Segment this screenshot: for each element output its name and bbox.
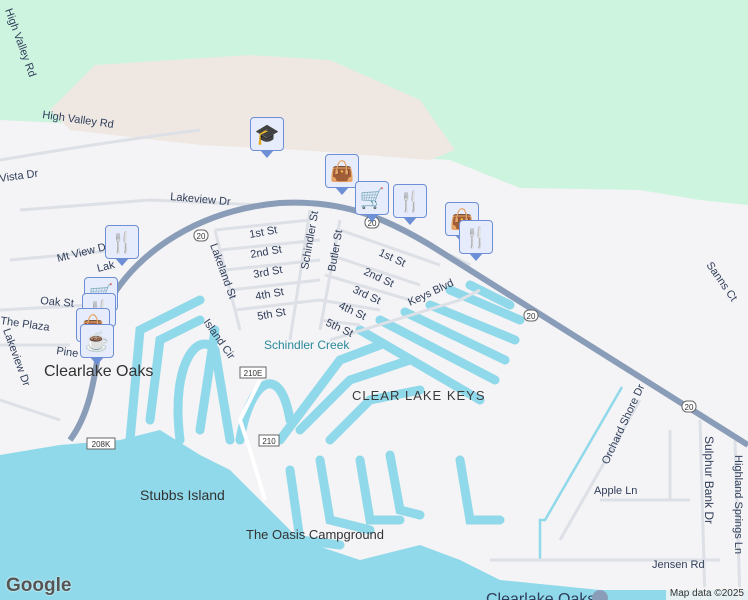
svg-text:20: 20 <box>527 312 536 321</box>
route-20-shield: 20 <box>523 309 539 322</box>
poi-glyph: 🎓 <box>254 123 280 146</box>
route-210-shield: 210 <box>258 434 280 447</box>
svg-text:20: 20 <box>197 232 206 241</box>
google-logo[interactable]: Google <box>6 575 71 597</box>
poi-glyph: 🛒 <box>359 187 385 210</box>
route-20-shield: 20 <box>193 229 209 242</box>
town-label: Clearlake Oaks <box>44 363 153 380</box>
poi-glyph: ☕ <box>84 330 110 353</box>
poi-glyph: 🍴 <box>109 231 135 254</box>
shopping-bag-icon[interactable]: 👜 <box>325 154 359 195</box>
lake-water <box>0 430 748 600</box>
poi-glyph: 🍴 <box>463 226 489 249</box>
svg-text:210: 210 <box>262 437 276 446</box>
island-label: Stubbs Island <box>140 487 225 503</box>
street-label: Lak <box>96 259 117 275</box>
restaurant-icon[interactable]: 🍴 <box>459 220 493 261</box>
cafe-icon[interactable]: ☕ <box>80 324 114 365</box>
street-label: Apple Ln <box>594 485 637 497</box>
street-label: Butler St <box>326 229 345 273</box>
restaurant-icon[interactable]: 🍴 <box>105 225 139 266</box>
restaurant-icon[interactable]: 🍴 <box>393 184 427 225</box>
street-label: Sanns Ct <box>704 260 740 304</box>
route-210e-shield: 210E <box>239 366 267 379</box>
area-label: CLEAR LAKE KEYS <box>352 388 486 403</box>
school-icon[interactable]: 🎓 <box>250 117 284 158</box>
highway-20 <box>67 199 748 448</box>
street-label: 1st St <box>377 247 408 270</box>
svg-text:20: 20 <box>685 403 694 412</box>
bottom-town-label: Clearlake Oaks <box>486 591 595 600</box>
route-208k-shield: 208K <box>86 437 116 450</box>
street-label: Pine <box>56 345 79 360</box>
street-label: Lakeview Dr <box>0 327 32 388</box>
street-label: 4th St <box>254 286 284 303</box>
street-label: Sulphur Bank Dr <box>702 436 716 524</box>
shopping-cart-icon[interactable]: 🛒 <box>355 181 389 222</box>
route-20-shield: 20 <box>681 400 697 413</box>
poi-glyph: 🍴 <box>397 190 423 213</box>
street-label: 5th St <box>256 306 286 323</box>
street-label: Vista Dr <box>0 168 39 185</box>
svg-text:208K: 208K <box>92 440 111 449</box>
street-label: 4th St <box>337 300 368 323</box>
poi-glyph: 👜 <box>329 160 355 183</box>
creek-label: Schindler Creek <box>264 338 350 352</box>
svg-text:210E: 210E <box>244 369 263 378</box>
campground-label: The Oasis Campground <box>246 527 384 542</box>
street-label: Highland Springs Ln <box>732 455 744 554</box>
street-label: Orchard Shore Dr <box>600 382 648 466</box>
street-label: Jensen Rd <box>652 559 705 571</box>
street-label: Lakeview Dr <box>170 191 232 208</box>
map-attribution[interactable]: Map data ©2025 <box>665 587 748 600</box>
creek-line <box>490 386 624 562</box>
